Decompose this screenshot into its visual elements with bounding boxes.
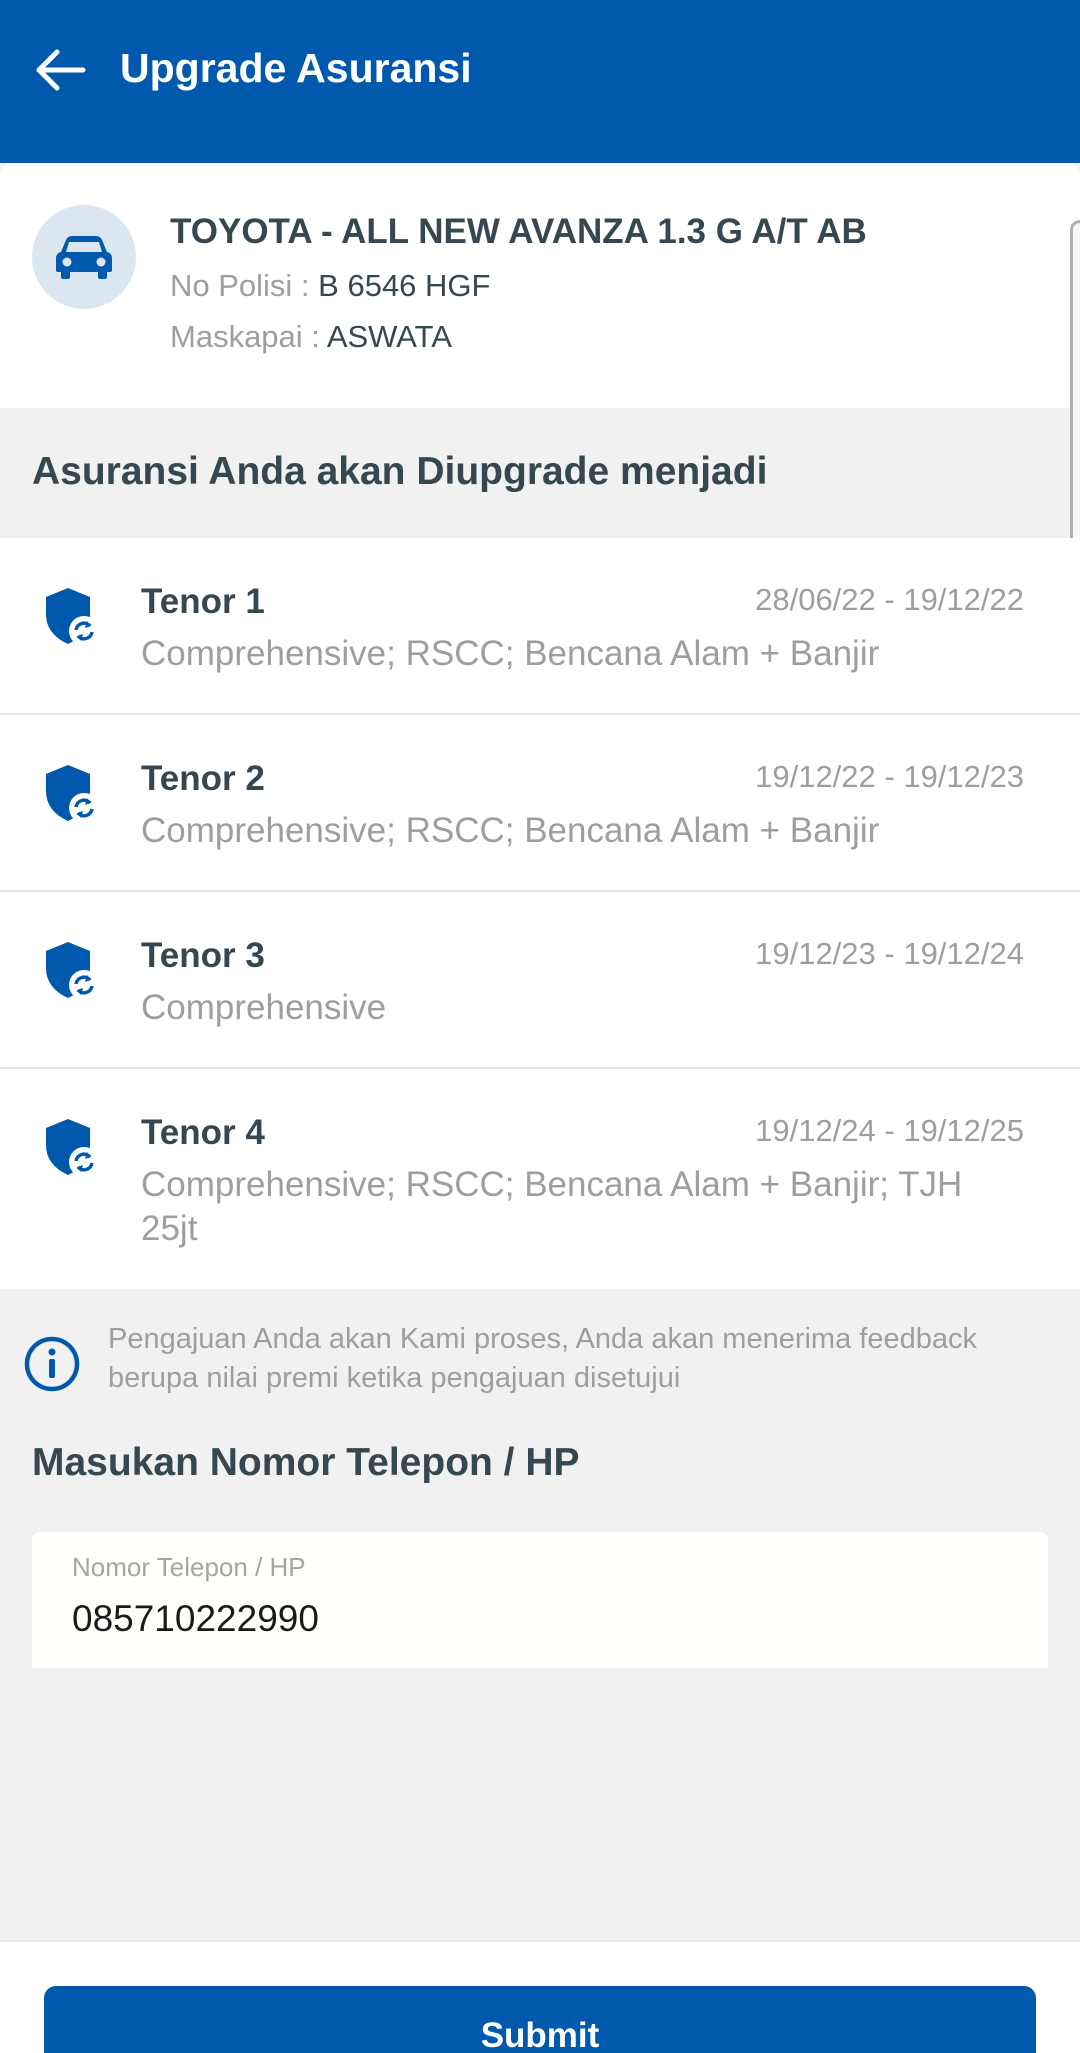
police-number-value: B 6546 HGF <box>318 268 491 303</box>
shield-refresh-icon <box>46 765 99 823</box>
police-number-row: No Polisi : B 6546 HGF <box>170 266 490 306</box>
section-title: Asuransi Anda akan Diupgrade menjadi <box>32 450 768 493</box>
phone-input-value[interactable]: 085710222990 <box>72 1594 319 1644</box>
tenor-list: Tenor 1 28/06/22 - 19/12/22 Comprehensiv… <box>0 538 1080 1289</box>
shield-refresh-icon <box>46 1119 99 1177</box>
phone-section-title: Masukan Nomor Telepon / HP <box>32 1441 580 1484</box>
arrow-left-icon <box>36 49 86 91</box>
scroll-handle[interactable] <box>1070 220 1080 565</box>
tenor-name: Tenor 3 <box>141 936 265 975</box>
tenor-coverage: Comprehensive; RSCC; Bencana Alam + Banj… <box>141 811 880 850</box>
shield-refresh-icon <box>46 588 99 646</box>
insurer-row: Maskapai : ASWATA <box>170 317 452 357</box>
shield-refresh-icon <box>46 942 99 1000</box>
car-icon <box>56 236 112 279</box>
vehicle-avatar <box>32 205 136 309</box>
tenor-item: Tenor 3 19/12/23 - 19/12/24 Comprehensiv… <box>0 892 1080 1069</box>
tenor-date: 19/12/24 - 19/12/25 <box>755 1113 1024 1148</box>
info-icon <box>24 1336 80 1392</box>
tenor-date: 19/12/23 - 19/12/24 <box>755 936 1024 971</box>
tenor-name: Tenor 4 <box>141 1113 265 1152</box>
insurer-value: ASWATA <box>326 319 452 354</box>
bottom-action-bar: Submit <box>0 1940 1080 2053</box>
phone-input-field[interactable]: Nomor Telepon / HP 085710222990 <box>32 1532 1048 1668</box>
police-number-label: No Polisi : <box>170 268 319 303</box>
tenor-date: 19/12/22 - 19/12/23 <box>755 759 1024 794</box>
tenor-coverage: Comprehensive <box>141 988 387 1027</box>
insurer-label: Maskapai : <box>170 319 327 354</box>
submit-button[interactable]: Submit <box>44 1986 1036 2053</box>
page-title: Upgrade Asuransi <box>120 45 472 91</box>
info-text: Pengajuan Anda akan Kami proses, Anda ak… <box>108 1323 977 1394</box>
phone-input-label: Nomor Telepon / HP <box>72 1552 306 1582</box>
tenor-coverage: Comprehensive; RSCC; Bencana Alam + Banj… <box>141 1165 963 1248</box>
app-bar: Upgrade Asuransi <box>0 0 1080 163</box>
tenor-date: 28/06/22 - 19/12/22 <box>755 582 1024 617</box>
tenor-item: Tenor 4 19/12/24 - 19/12/25 Comprehensiv… <box>0 1069 1080 1289</box>
tenor-item: Tenor 1 28/06/22 - 19/12/22 Comprehensiv… <box>0 538 1080 715</box>
tenor-item: Tenor 2 19/12/22 - 19/12/23 Comprehensiv… <box>0 715 1080 892</box>
vehicle-name: TOYOTA - ALL NEW AVANZA 1.3 G A/T AB <box>170 212 867 251</box>
tenor-name: Tenor 2 <box>141 759 265 798</box>
tenor-name: Tenor 1 <box>141 582 265 621</box>
tenor-coverage: Comprehensive; RSCC; Bencana Alam + Banj… <box>141 634 880 673</box>
back-button[interactable] <box>28 38 92 102</box>
vehicle-card: TOYOTA - ALL NEW AVANZA 1.3 G A/T AB No … <box>0 163 1080 408</box>
